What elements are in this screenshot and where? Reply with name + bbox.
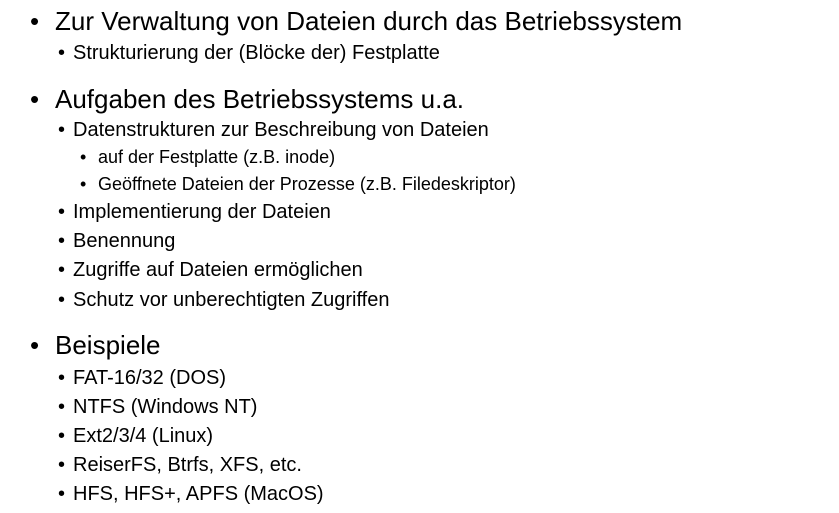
item-text: Strukturierung der (Blöcke der) Festplat… (73, 42, 440, 64)
item-text: Schutz vor unberechtigten Zugriffen (73, 289, 390, 311)
bullet-icon: • (30, 84, 40, 114)
bullet-icon: • (58, 259, 66, 281)
item-text: NTFS (Windows NT) (73, 396, 258, 418)
heading-text: Zur Verwaltung von Dateien durch das Bet… (55, 6, 683, 36)
bullet-item-strukturierung: • Strukturierung der (Blöcke der) Festpla… (58, 43, 440, 63)
bullet-item-benennung: • Benennung (58, 231, 175, 251)
bullet-icon: • (80, 147, 87, 167)
bullet-icon: • (58, 119, 66, 141)
bullet-icon: • (58, 396, 66, 418)
bullet-heading-beispiele: • Beispiele (30, 332, 161, 358)
bullet-item-ext: • Ext2/3/4 (Linux) (58, 426, 213, 446)
bullet-icon: • (30, 330, 40, 360)
bullet-icon: • (58, 454, 66, 476)
bullet-item-zugriffe: • Zugriffe auf Dateien ermöglichen (58, 260, 363, 280)
bullet-item-datenstrukturen: • Datenstrukturen zur Beschreibung von Da… (58, 120, 489, 140)
item-text: ReiserFS, Btrfs, XFS, etc. (73, 454, 302, 476)
bullet-icon: • (58, 425, 66, 447)
bullet-item-reiserfs: • ReiserFS, Btrfs, XFS, etc. (58, 455, 302, 475)
bullet-heading-verwaltung: • Zur Verwaltung von Dateien durch das Be… (30, 8, 682, 34)
bullet-item-ntfs: • NTFS (Windows NT) (58, 397, 257, 417)
slide: • Zur Verwaltung von Dateien durch das Be… (0, 0, 839, 513)
bullet-item-schutz: • Schutz vor unberechtigten Zugriffen (58, 290, 389, 310)
bullet-icon: • (58, 289, 66, 311)
item-text: auf der Festplatte (z.B. inode) (98, 147, 336, 167)
item-text: Benennung (73, 230, 176, 252)
bullet-icon: • (58, 230, 66, 252)
heading-text: Aufgaben des Betriebssystems u.a. (55, 84, 465, 114)
bullet-item-hfs: • HFS, HFS+, APFS (MacOS) (58, 484, 324, 504)
item-text: Datenstrukturen zur Beschreibung von Dat… (73, 119, 489, 141)
bullet-item-fat: • FAT-16/32 (DOS) (58, 368, 226, 388)
bullet-icon: • (58, 42, 66, 64)
bullet-icon: • (80, 174, 87, 194)
heading-text: Beispiele (55, 330, 161, 360)
item-text: Ext2/3/4 (Linux) (73, 425, 214, 447)
bullet-icon: • (30, 6, 40, 36)
bullet-subitem-festplatte: • auf der Festplatte (z.B. inode) (80, 148, 335, 166)
bullet-subitem-geoeffnete-dateien: • Geöffnete Dateien der Prozesse (z.B. Fi… (80, 175, 516, 193)
item-text: Implementierung der Dateien (73, 201, 331, 223)
bullet-item-implementierung: • Implementierung der Dateien (58, 202, 331, 222)
item-text: Geöffnete Dateien der Prozesse (z.B. Fil… (98, 174, 516, 194)
bullet-icon: • (58, 367, 66, 389)
item-text: HFS, HFS+, APFS (MacOS) (73, 483, 324, 505)
bullet-heading-aufgaben: • Aufgaben des Betriebssystems u.a. (30, 86, 464, 112)
bullet-icon: • (58, 483, 66, 505)
item-text: Zugriffe auf Dateien ermöglichen (73, 259, 363, 281)
bullet-icon: • (58, 201, 66, 223)
item-text: FAT-16/32 (DOS) (73, 367, 227, 389)
